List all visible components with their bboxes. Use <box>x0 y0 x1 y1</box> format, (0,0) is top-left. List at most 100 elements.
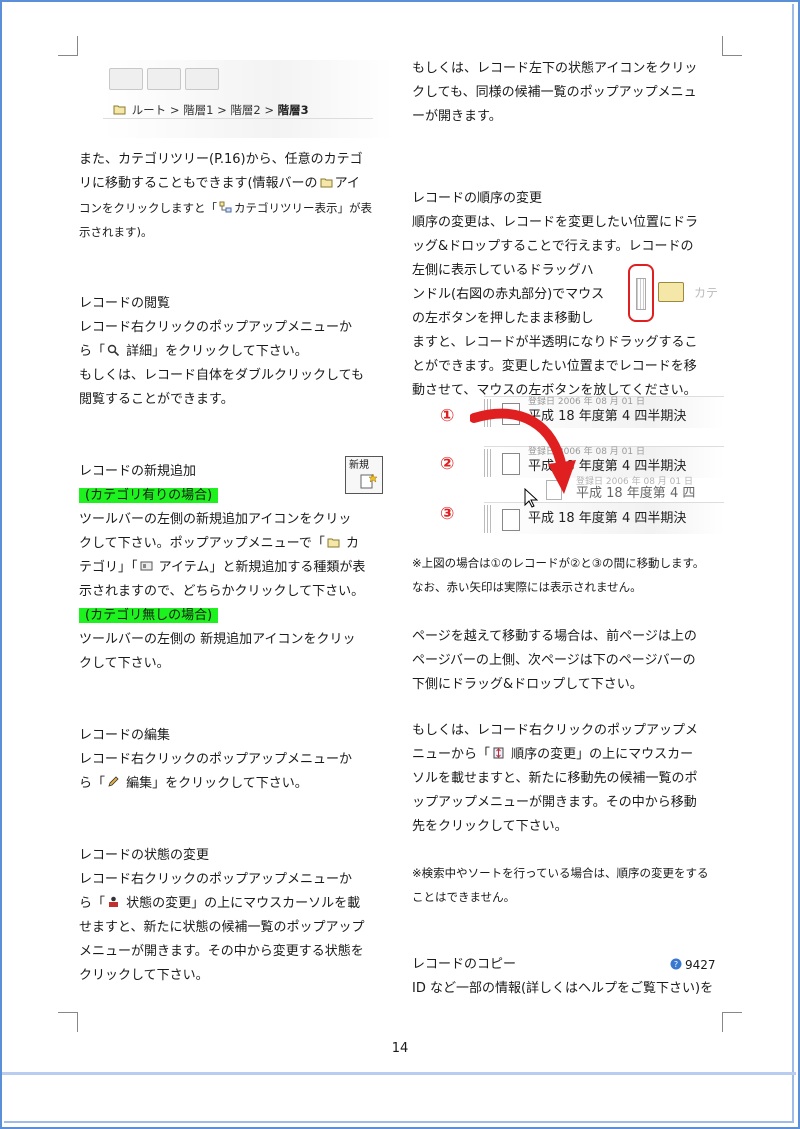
help-icon: ? <box>670 958 682 970</box>
section-heading-order: レコードの順序の変更 <box>412 191 543 206</box>
breadcrumb-separator: > <box>264 103 275 117</box>
copy-line-1: ID など一部の情報(詳しくはヘルプをご覧下さい)を <box>412 981 714 996</box>
step-1-label: ① <box>440 406 455 426</box>
popup-line-1: もしくは、レコード右クリックのポップアップメ <box>412 723 699 738</box>
record-row-3: 平成 18 年度第 4 四半期決 <box>484 502 724 534</box>
page-move-line-3: 下側にドラッグ&ドロップして下さい。 <box>412 677 643 692</box>
edit-text: 編集」をクリックして下さい。 <box>122 776 308 791</box>
step-3-label: ③ <box>440 504 455 524</box>
page-number: 14 <box>391 1041 409 1056</box>
add-text: テゴリ」「 <box>79 560 138 575</box>
add-text: カ <box>341 536 359 551</box>
status-line-4: メニューが開きます。その中から変更する状態を <box>79 944 364 959</box>
right-top-line-3: ーが開きます。 <box>412 109 502 124</box>
status-text: 状態の変更」の上にマウスカーソルを載 <box>122 896 361 911</box>
svg-text:?: ? <box>674 960 678 969</box>
new-add-icon: 新規 <box>345 456 383 494</box>
folder-icon <box>320 178 333 188</box>
order-line-2: ッグ&ドロップすることで行えます。レコードの <box>412 239 694 254</box>
intro-line-3: コンをクリックしますと「 カテゴリツリー表示」が表 <box>79 196 387 220</box>
order-line-7: とができます。変更したい位置までレコードを移 <box>412 359 697 374</box>
faded-record-label: カテ <box>694 286 719 300</box>
intro-line-4: 示されます)。 <box>79 225 153 239</box>
badge-with-category: (カテゴリ有りの場合) <box>79 488 219 503</box>
order-line-6: ますと、レコードが半透明になりドラッグするこ <box>412 335 698 350</box>
popup-line-3: ソルを載せますと、新たに移動先の候補一覧のポ <box>412 771 698 786</box>
left-column: ルート > 階層1 > 階層2 > 階層3 また、カテゴリツリー(P.16)から… <box>79 60 393 988</box>
new-document-star-icon <box>360 473 378 489</box>
add-line-3: テゴリ」「 アイテム」と新規追加する種類が表 <box>79 556 387 580</box>
section-heading-status: レコードの状態の変更 <box>79 848 210 863</box>
popup-text: ニューから「 <box>412 747 491 762</box>
intro-line-2: リに移動することもできます(情報バーの アイ <box>79 172 387 196</box>
badge-row-2: (カテゴリ無しの場合) <box>79 604 387 628</box>
crop-mark-top-right <box>722 36 742 56</box>
folder-icon <box>658 282 684 302</box>
view-line-1: レコード右クリックのポップアップメニューか <box>79 320 353 335</box>
status-line-1: レコード右クリックのポップアップメニューか <box>79 872 353 887</box>
magnifier-icon <box>107 344 120 356</box>
right-top-line-1: もしくは、レコード左下の状態アイコンをクリッ <box>412 61 698 76</box>
drag-handle <box>484 505 492 533</box>
view-line-2: ら「 詳細」をクリックして下さい。 <box>79 340 387 364</box>
order-note-2: なお、赤い矢印は実際には表示されません。 <box>412 580 642 594</box>
view-text: ら「 <box>79 344 106 359</box>
page-move-line-1: ページを越えて移動する場合は、前ページは上の <box>412 629 697 644</box>
ghost-record-title: 平成 18 年度第 4 四 <box>576 486 696 501</box>
pencil-icon <box>108 776 119 787</box>
breadcrumb-root: ルート <box>131 103 167 117</box>
search-note-2: ことはできません。 <box>412 890 516 904</box>
edit-line-1: レコード右クリックのポップアップメニューか <box>79 752 353 767</box>
toolbar-button-image <box>185 68 219 90</box>
add-line-1: ツールバーの左側の新規追加アイコンをクリッ <box>79 512 352 527</box>
add-text: アイテム」と新規追加する種類が表 <box>154 560 366 575</box>
order-line-1: 順序の変更は、レコードを変更したい位置にドラ <box>412 215 699 230</box>
section-heading-view: レコードの閲覧 <box>79 296 171 311</box>
intro-text: アイ <box>334 176 360 191</box>
badge-without-category: (カテゴリ無しの場合) <box>79 608 219 623</box>
toolbar-button-image <box>147 68 181 90</box>
popup-text: 順序の変更」の上にマウスカー <box>507 747 694 762</box>
intro-text: リに移動することもできます(情報バーの <box>79 176 318 191</box>
badge-row-1: (カテゴリ有りの場合) <box>79 484 387 508</box>
crop-mark-top-left <box>58 36 78 56</box>
item-icon <box>140 561 153 571</box>
add-line-4: 示されますので、どちらかクリックして下さい。 <box>79 584 365 599</box>
breadcrumb-separator: > <box>217 103 227 117</box>
status-line-3: せますと、新たに状態の候補一覧のポップアップ <box>79 920 365 935</box>
new-add-icon-label: 新規 <box>349 460 369 471</box>
status-text: ら「 <box>79 896 106 911</box>
breadcrumb-level-1: 階層1 <box>183 103 214 117</box>
add-line-2: クして下さい。ポップアップメニューで「 カ <box>79 532 387 556</box>
page-move-line-2: ページバーの上側、次ページは下のページバーの <box>412 653 696 668</box>
step-2-label: ② <box>440 454 455 474</box>
popup-line-4: ップアップメニューが開きます。その中から移動 <box>412 795 697 810</box>
breadcrumb-screenshot: ルート > 階層1 > 階層2 > 階層3 <box>103 60 393 138</box>
category-tree-icon <box>219 201 232 213</box>
add-line-6: クして下さい。 <box>79 656 170 671</box>
add-text: クして下さい。ポップアップメニューで「 <box>79 536 325 551</box>
section-heading-add: レコードの新規追加 <box>79 464 197 479</box>
copy-heading-row: レコードのコピー ? 9427 <box>412 953 722 977</box>
drag-handle-illustration: カテ <box>628 264 722 324</box>
mouse-cursor-icon <box>524 488 538 508</box>
status-line-5: クリックして下さい。 <box>79 968 209 983</box>
section-heading-edit: レコードの編集 <box>79 728 171 743</box>
breadcrumb-level-3: 階層3 <box>277 103 309 117</box>
order-note-1: ※上図の場合は①のレコードが②と③の間に移動します。 <box>412 556 705 570</box>
crop-mark-bottom-left <box>58 1012 78 1032</box>
breadcrumb-separator: > <box>169 103 180 117</box>
popup-line-5: 先をクリックして下さい。 <box>412 819 568 834</box>
drag-handle <box>636 278 646 310</box>
edit-line-2: ら「 編集」をクリックして下さい。 <box>79 772 387 796</box>
crop-mark-bottom-right <box>722 1012 742 1032</box>
toolbar-button-image <box>109 68 143 90</box>
page-bottom-band <box>2 1072 796 1075</box>
right-top-line-2: クしても、同様の候補一覧のポップアップメニュ <box>412 85 697 100</box>
edit-text: ら「 <box>79 776 106 791</box>
document-icon <box>502 509 520 531</box>
reorder-illustration: ① ② ③ 登録日 2006 年 08 月 01 日 平成 18 年度第 4 四… <box>440 392 724 534</box>
search-note-1: ※検索中やソートを行っている場合は、順序の変更をする <box>412 866 709 880</box>
view-line-4: 閲覧することができます。 <box>79 392 234 407</box>
breadcrumb-level-2: 階層2 <box>230 103 261 117</box>
